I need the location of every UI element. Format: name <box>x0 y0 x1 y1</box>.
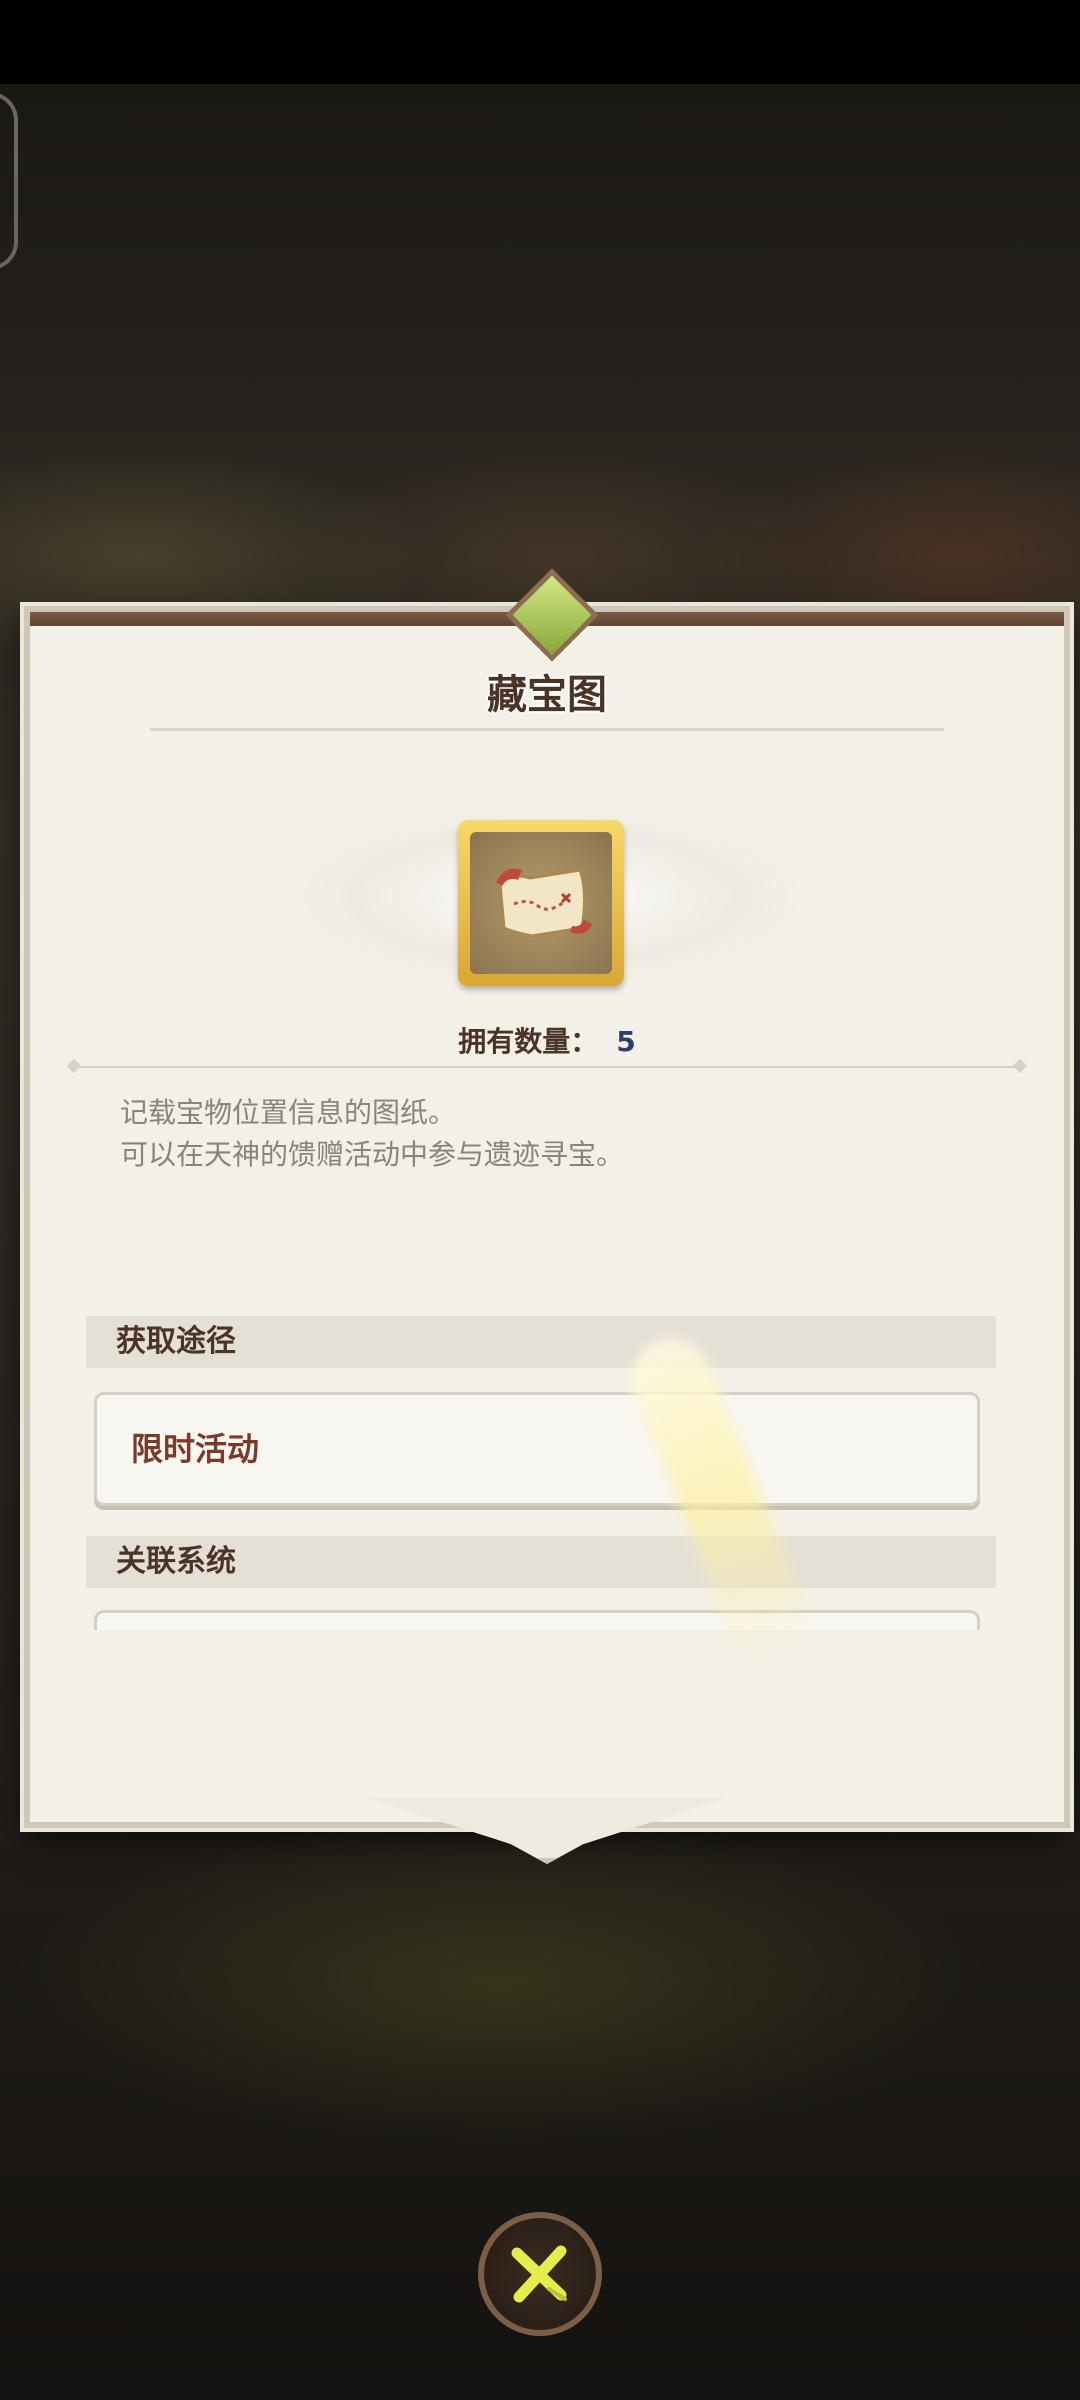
owned-count-value: 5 <box>616 1025 636 1058</box>
owned-count: 拥有数量： 5 <box>30 1020 1064 1060</box>
side-tab[interactable] <box>0 92 18 270</box>
description-line: 记载宝物位置信息的图纸。 <box>120 1096 457 1129</box>
treasure-map-icon <box>496 868 592 938</box>
close-button[interactable] <box>478 2212 602 2336</box>
section-related-header: 关联系统 <box>86 1536 996 1588</box>
item-detail-dialog: 藏宝图 拥有数量： 5 记载宝物位置信息的图纸。 可以在天神的馈赠活动中参与遗迹寻… <box>24 568 1070 1864</box>
owned-count-label: 拥有数量： <box>458 1025 599 1058</box>
close-x-icon <box>511 2245 567 2303</box>
source-item-limited-event[interactable]: 限时活动 <box>94 1392 980 1506</box>
status-bar <box>0 0 1080 84</box>
divider <box>74 1066 1020 1068</box>
item-slot <box>458 820 624 986</box>
section-acquire-header: 获取途径 <box>86 1316 996 1368</box>
dialog-title: 藏宝图 <box>487 672 607 718</box>
item-description: 记载宝物位置信息的图纸。 可以在天神的馈赠活动中参与遗迹寻宝。 <box>120 1092 980 1176</box>
related-system-card[interactable] <box>94 1610 980 1630</box>
description-line: 可以在天神的馈赠活动中参与遗迹寻宝。 <box>120 1138 625 1171</box>
